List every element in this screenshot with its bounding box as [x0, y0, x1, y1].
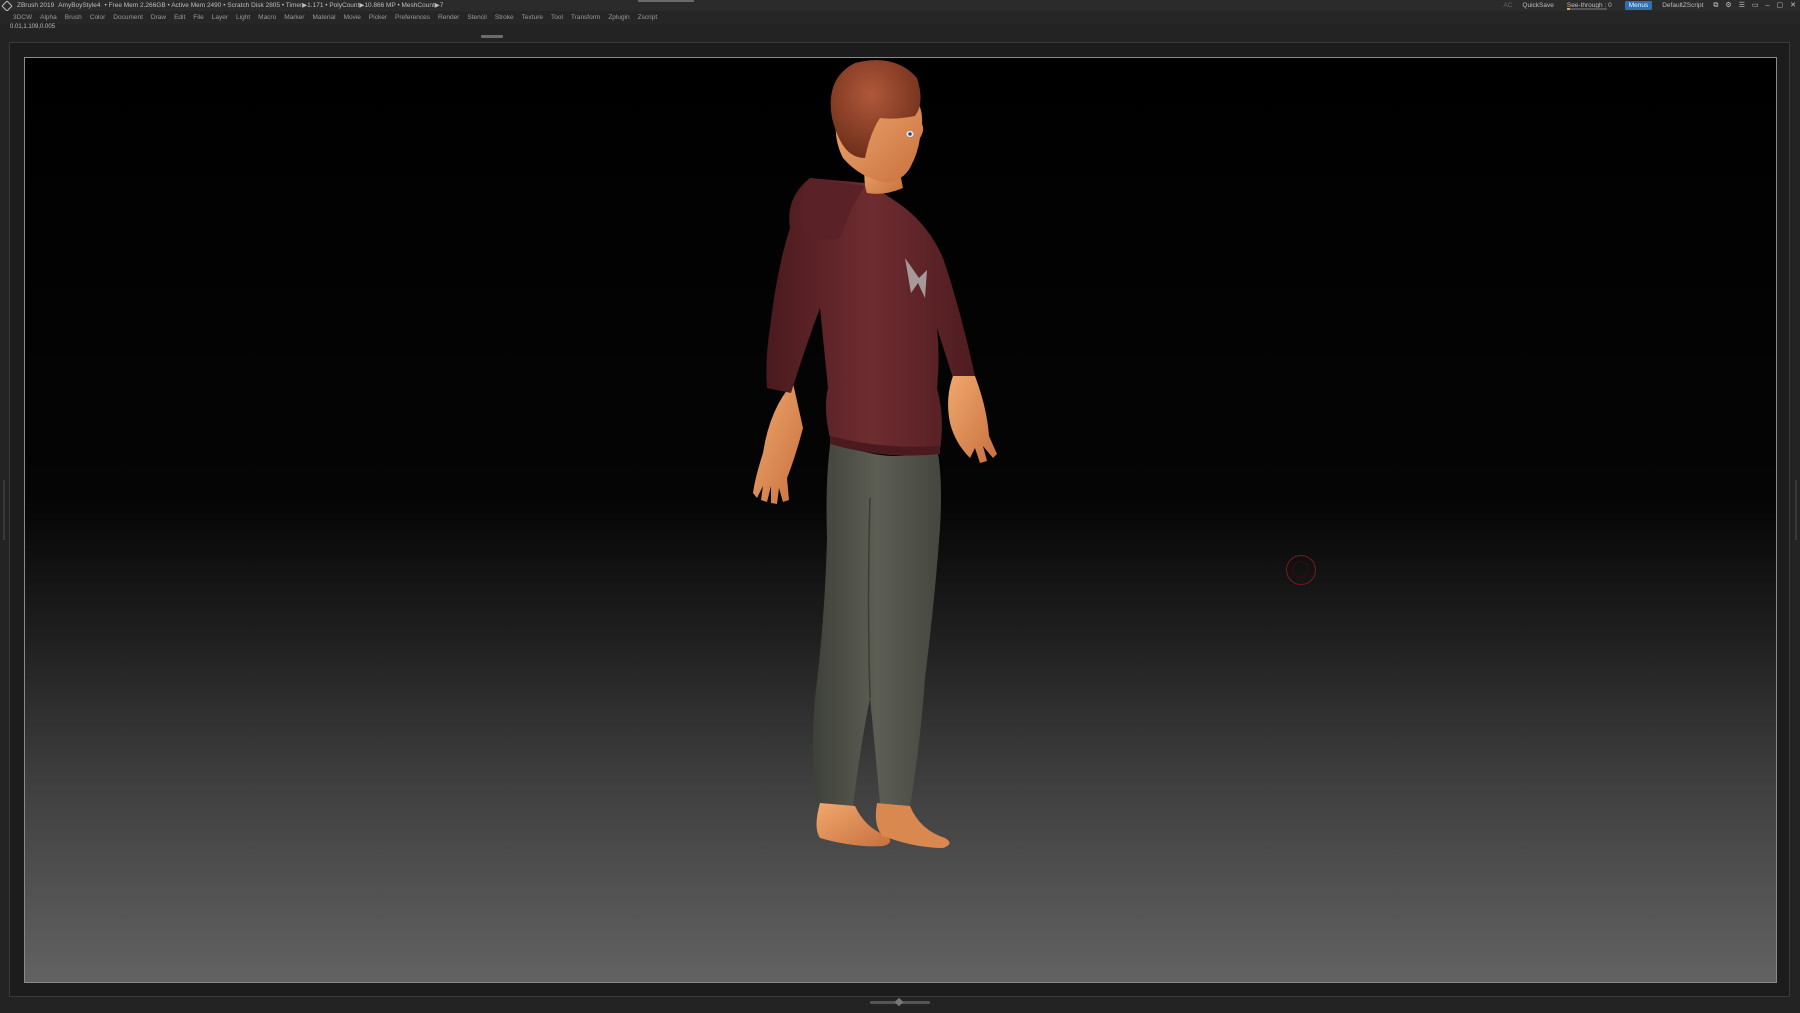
menu-light[interactable]: Light	[232, 11, 254, 24]
menu-file[interactable]: File	[189, 11, 207, 24]
brush-cursor	[1286, 555, 1316, 585]
menu-layer[interactable]: Layer	[208, 11, 232, 24]
coordinate-readout: 0.01,1.109,0.005	[10, 24, 56, 30]
menu-material[interactable]: Material	[308, 11, 339, 24]
close-icon[interactable]: ✕	[1790, 0, 1796, 11]
window-script-icon[interactable]: ⚙	[1725, 0, 1731, 11]
menu-movie[interactable]: Movie	[340, 11, 365, 24]
left-tray-handle[interactable]	[3, 480, 5, 540]
menu-edit[interactable]: Edit	[170, 11, 189, 24]
menu-brush[interactable]: Brush	[61, 11, 86, 24]
menu-picker[interactable]: Picker	[365, 11, 391, 24]
maximize-icon[interactable]: ▢	[1777, 0, 1784, 11]
ac-label[interactable]: AC	[1503, 0, 1512, 11]
lock-icon[interactable]: ▭	[1752, 0, 1759, 11]
menu-zplugin[interactable]: Zplugin	[604, 11, 633, 24]
minimize-icon[interactable]: –	[1766, 0, 1770, 11]
see-through-slider[interactable]: See-through : 0	[1564, 0, 1615, 11]
menu-list: 3DCW Alpha Brush Color Document Draw Edit File L…	[0, 11, 1800, 24]
pants	[812, 438, 941, 806]
memory-stats: • Free Mem 2.266GB • Active Mem 2490 • S…	[104, 2, 444, 9]
menu-texture[interactable]: Texture	[518, 11, 547, 24]
see-through-fill	[1566, 8, 1571, 10]
default-zscript-button[interactable]: DefaultZScript	[1662, 0, 1703, 11]
menu-draw[interactable]: Draw	[147, 11, 170, 24]
title-bar: ZBrush 2019 AmyBoyStyle4 • Free Mem 2.26…	[0, 0, 1800, 12]
window-settings-icon[interactable]: ☰	[1739, 0, 1745, 11]
menu-macro[interactable]: Macro	[254, 11, 280, 24]
menu-marker[interactable]: Marker	[280, 11, 308, 24]
right-tray-handle[interactable]	[1795, 480, 1797, 540]
top-shelf-handle[interactable]	[481, 35, 503, 38]
app-name: ZBrush 2019	[17, 2, 55, 9]
left-hand	[753, 383, 803, 504]
menu-render[interactable]: Render	[434, 11, 463, 24]
menu-alpha[interactable]: Alpha	[36, 11, 61, 24]
menu-stencil[interactable]: Stencil	[463, 11, 491, 24]
window-restore-icon[interactable]: ⧉	[1713, 0, 1718, 11]
menu-tool[interactable]: Tool	[547, 11, 567, 24]
document-canvas[interactable]	[24, 57, 1777, 983]
top-shelf-indicator[interactable]	[638, 0, 694, 2]
quicksave-button[interactable]: QuickSave	[1522, 0, 1553, 11]
menu-preferences[interactable]: Preferences	[391, 11, 434, 24]
see-through-track	[1566, 8, 1607, 10]
menu-stroke[interactable]: Stroke	[491, 11, 518, 24]
menu-transform[interactable]: Transform	[567, 11, 604, 24]
menu-color[interactable]: Color	[86, 11, 110, 24]
menu-3dcw[interactable]: 3DCW	[9, 11, 36, 24]
project-name: AmyBoyStyle4	[58, 2, 101, 9]
menu-zscript[interactable]: Zscript	[634, 11, 662, 24]
right-hand	[948, 376, 997, 463]
menus-button[interactable]: Menus	[1624, 1, 1653, 10]
menu-document[interactable]: Document	[109, 11, 147, 24]
head	[830, 60, 924, 183]
feet	[816, 803, 950, 848]
character-model[interactable]	[25, 58, 1777, 983]
see-through-value: 0	[1608, 2, 1612, 9]
bottom-tray-handle[interactable]	[870, 1001, 930, 1004]
app-logo-icon	[1, 0, 13, 12]
main-menu-bar: 3DCW Alpha Brush Color Document Draw Edit File L…	[0, 11, 1800, 24]
